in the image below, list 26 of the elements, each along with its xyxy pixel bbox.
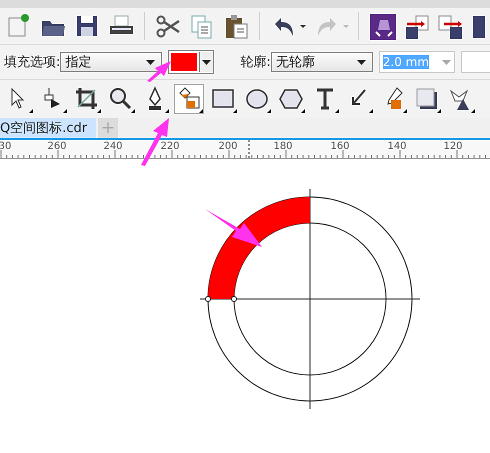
node-marker: [231, 296, 237, 302]
dropdown-field[interactable]: [460, 51, 490, 73]
ruler-label: 260: [47, 141, 67, 152]
node-marker: [205, 296, 211, 302]
outline-dropdown[interactable]: 无轮廓: [270, 52, 373, 72]
ruler-label: 140: [387, 141, 407, 152]
fill-color-swatch[interactable]: [171, 53, 198, 71]
ruler-label: 220: [160, 141, 180, 152]
pointer-arrow: [146, 60, 172, 82]
ruler-label: 160: [330, 141, 350, 152]
fill-options-dropdown[interactable]: 指定: [60, 52, 162, 72]
color-dropdown-button[interactable]: [199, 52, 214, 72]
app-logo-icon[interactable]: [367, 11, 397, 41]
document-tab[interactable]: Q空间图标.cdr: [0, 118, 96, 138]
caret-icon: [356, 60, 366, 64]
fill-tool-icon[interactable]: [174, 84, 204, 114]
pointer-arrow: [205, 209, 262, 247]
caret-icon: [146, 60, 156, 64]
ruler-label: 200: [218, 141, 238, 152]
outline-label: 轮廓:: [240, 54, 271, 71]
caret-icon: [202, 60, 212, 64]
fill-options-label: 填充选项:: [4, 54, 60, 71]
ruler-label: 240: [103, 141, 123, 152]
ruler-label: 120: [443, 141, 463, 152]
caret-icon: [442, 60, 451, 64]
ruler-label: 180: [273, 141, 293, 152]
